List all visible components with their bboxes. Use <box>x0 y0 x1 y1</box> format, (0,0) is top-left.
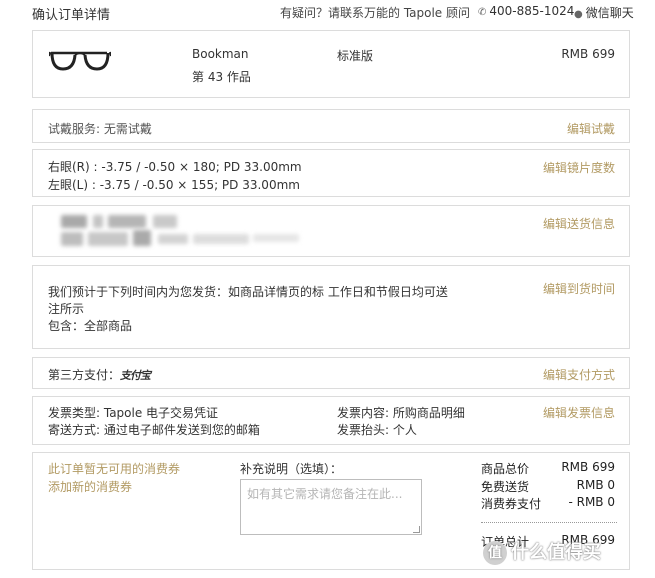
trial-label: 试戴服务: 无需试戴 <box>48 122 152 136</box>
watermark: 值什么值得买 <box>483 538 601 565</box>
delivery-scope: 包含：全部商品 <box>48 319 133 333</box>
lens-box: 右眼(R) : -3.75 / -0.50 × 180; PD 33.00mm … <box>32 149 630 197</box>
notes-label: 补充说明（选填）： <box>240 462 343 476</box>
coupon-unavailable: 此订单暂无可用的消费券 <box>48 462 181 476</box>
page-title: 确认订单详情 <box>32 8 111 23</box>
payment-box: 第三方支付：支付宝 编辑支付方式 <box>32 357 630 389</box>
watermark-text: 什么值得买 <box>511 542 601 563</box>
edit-payment-link[interactable]: 编辑支付方式 <box>543 366 615 383</box>
shipping-fee-value: RMB 0 <box>576 478 615 492</box>
product-box: Bookman 第 43 作品 标准版 RMB 699 <box>32 30 630 98</box>
watermark-icon: 值 <box>483 541 507 565</box>
invoice-type: 发票类型: Tapole 电子交易凭证 <box>48 406 219 420</box>
coupon-pay-label: 消费券支付 <box>481 497 542 511</box>
shipping-fee-label: 免费送货 <box>481 480 530 494</box>
phone-number: 400-885-1024 <box>489 4 575 18</box>
product-name: Bookman <box>192 47 249 61</box>
lens-right: 右眼(R) : -3.75 / -0.50 × 180; PD 33.00mm <box>48 160 302 174</box>
shipping-box: 编辑送货信息 <box>32 205 630 257</box>
invoice-title: 发票抬头: 个人 <box>337 423 417 437</box>
wechat-chat-link[interactable]: ● 微信聊天 <box>574 4 634 21</box>
delivery-box: 我们预计于下列时间内为您发货：如商品详情页的标 工作日和节假日均可送 注所示 包… <box>32 265 630 349</box>
alipay-logo: 支付宝 <box>120 369 151 382</box>
wechat-chat-label: 微信聊天 <box>585 6 634 20</box>
phone-icon: ✆ <box>478 7 487 18</box>
add-coupon-link[interactable]: 添加新的消费券 <box>48 478 132 495</box>
edit-trial-link[interactable]: 编辑试戴 <box>567 120 615 137</box>
delivery-line1: 我们预计于下列时间内为您发货：如商品详情页的标 工作日和节假日均可送 <box>48 285 448 299</box>
edit-shipping-link[interactable]: 编辑送货信息 <box>543 215 615 232</box>
edit-lens-link[interactable]: 编辑镜片度数 <box>543 159 615 176</box>
invoice-send: 寄送方式: 通过电子邮件发送到您的邮箱 <box>48 423 260 437</box>
coupon-pay-value: - RMB 0 <box>568 495 615 509</box>
product-price: RMB 699 <box>561 47 615 61</box>
delivery-line2: 注所示 <box>48 302 85 316</box>
invoice-box: 发票类型: Tapole 电子交易凭证 寄送方式: 通过电子邮件发送到您的邮箱 … <box>32 396 630 445</box>
subtotal-label: 商品总价 <box>481 462 530 476</box>
top-bar: 确认订单详情 有疑问？请联系万能的 Tapole 顾问 ✆ 400-885-102… <box>0 0 655 26</box>
payment-label: 第三方支付：支付宝 <box>48 366 151 383</box>
phone-contact[interactable]: ✆ 400-885-1024 <box>478 4 574 18</box>
invoice-content: 发票内容: 所购商品明细 <box>337 406 465 420</box>
resize-handle[interactable] <box>413 526 420 533</box>
payment-label-text: 第三方支付： <box>48 368 121 382</box>
lens-left: 左眼(L) : -3.75 / -0.50 × 155; PD 33.00mm <box>48 178 300 192</box>
glasses-thumbnail <box>49 51 111 71</box>
notes-placeholder: 如有其它需求请您备注在此... <box>247 487 403 501</box>
wechat-icon: ● <box>574 9 583 20</box>
summary-divider <box>481 522 617 523</box>
product-edition: 标准版 <box>337 49 374 63</box>
trial-box: 试戴服务: 无需试戴 编辑试戴 <box>32 109 630 143</box>
product-subtitle: 第 43 作品 <box>192 70 251 84</box>
subtotal-value: RMB 699 <box>561 460 615 474</box>
edit-delivery-link[interactable]: 编辑到货时间 <box>543 280 615 297</box>
help-text: 有疑问？请联系万能的 Tapole 顾问 <box>280 6 471 20</box>
edit-invoice-link[interactable]: 编辑发票信息 <box>543 404 615 421</box>
notes-textarea[interactable]: 如有其它需求请您备注在此... <box>240 479 422 535</box>
